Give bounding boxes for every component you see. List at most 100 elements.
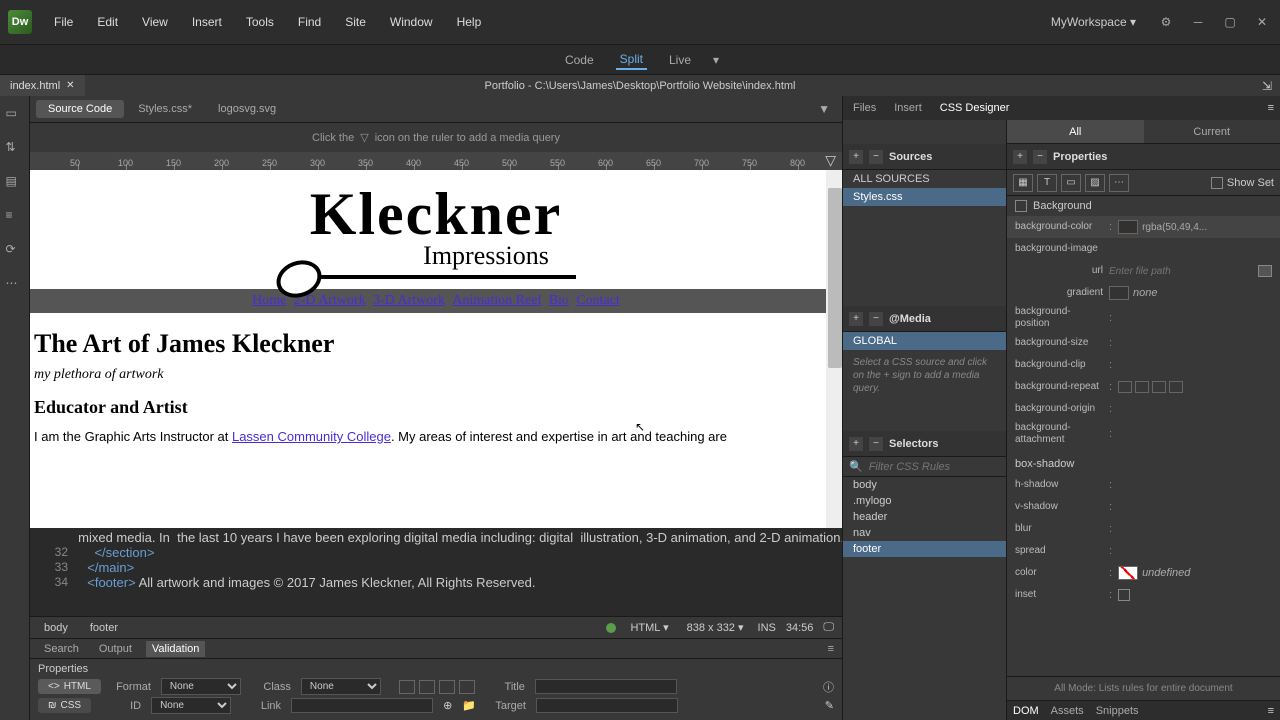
add-source-button[interactable]: + [849,150,863,164]
view-options-dropdown[interactable]: ▾ [713,53,719,67]
menu-tools[interactable]: Tools [236,11,284,33]
inset-checkbox[interactable] [1118,589,1130,601]
link-target-icon[interactable]: ⊕ [443,699,452,712]
view-live[interactable]: Live [665,51,695,69]
shadow-color-swatch[interactable] [1118,566,1138,580]
menu-file[interactable]: File [44,11,83,33]
format-select[interactable]: None [161,678,241,695]
remove-source-button[interactable]: − [869,150,883,164]
remove-media-button[interactable]: − [869,312,883,326]
maximize-button[interactable]: ▢ [1220,12,1240,32]
bold-icon[interactable] [399,680,415,694]
show-set-checkbox[interactable] [1211,177,1223,189]
menu-site[interactable]: Site [335,11,376,33]
close-button[interactable]: ✕ [1252,12,1272,32]
bg-image-url-input[interactable] [1109,266,1254,277]
selector-header[interactable]: header [843,509,1006,525]
mode-all[interactable]: All [1007,120,1144,143]
refresh-icon[interactable]: ⟳ [6,242,24,260]
props-html-btn[interactable]: <> HTML [38,679,101,694]
live-preview[interactable]: Kleckner Impressions Home 2-D Artwork 3-… [30,170,842,528]
bg-group-checkbox[interactable] [1015,200,1027,212]
border-category-icon[interactable]: ▭ [1061,174,1081,192]
output-output[interactable]: Output [93,641,138,657]
dimensions-select[interactable]: 838 x 332 ▾ [683,620,748,635]
document-options-icon[interactable]: ⇲ [1262,79,1280,93]
language-select[interactable]: HTML ▾ [626,620,672,635]
preview-browser-icon[interactable]: 🖵 [823,621,834,634]
preview-link[interactable]: Lassen Community College [232,429,391,444]
id-select[interactable]: None [151,697,231,714]
right-panel-menu-icon[interactable]: ≡ [1268,102,1274,114]
tab-snippets[interactable]: Snippets [1096,705,1139,717]
menu-insert[interactable]: Insert [182,11,232,33]
italic-icon[interactable] [419,680,435,694]
ul-icon[interactable] [439,680,455,694]
mode-current[interactable]: Current [1144,120,1280,143]
menu-find[interactable]: Find [288,11,331,33]
menu-window[interactable]: Window [380,11,443,33]
gradient-swatch[interactable] [1109,286,1129,300]
tab-insert[interactable]: Insert [890,100,926,116]
tab-css-designer[interactable]: CSS Designer [936,100,1014,116]
bg-color-swatch[interactable] [1118,220,1138,234]
nav-3d[interactable]: 3-D Artwork [373,293,445,308]
background-category-icon[interactable]: ▨ [1085,174,1105,192]
props-help-icon[interactable]: ⓘ [823,679,834,695]
add-media-button[interactable]: + [849,312,863,326]
menu-edit[interactable]: Edit [87,11,128,33]
minimize-button[interactable]: ─ [1188,12,1208,32]
remove-selector-button[interactable]: − [869,437,883,451]
props-css-btn[interactable]: ₪ CSS [38,698,91,713]
output-validation[interactable]: Validation [146,641,206,657]
tab-files[interactable]: Files [849,100,880,116]
document-tab[interactable]: index.html ✕ [0,75,85,96]
selector-body[interactable]: body [843,477,1006,493]
bg-color-value[interactable]: rgba(50,49,4... [1142,222,1207,233]
nav-home[interactable]: Home [252,293,286,308]
dom-icon[interactable]: ⇅ [6,140,24,158]
more-category-icon[interactable]: ⋯ [1109,174,1129,192]
workspace-selector[interactable]: MyWorkspace ▾ [1043,11,1144,33]
remove-property-button[interactable]: − [1033,150,1047,164]
code-editor[interactable]: mixed media. In the last 10 years I have… [30,528,842,616]
menu-help[interactable]: Help [447,11,492,33]
browse-icon[interactable] [1258,265,1272,277]
add-property-button[interactable]: + [1013,150,1027,164]
layout-category-icon[interactable]: ▦ [1013,174,1033,192]
ruler[interactable]: ▽ 50100150200250300350400450500550600650… [30,152,842,170]
bottom-tabs-menu-icon[interactable]: ≡ [1268,705,1274,717]
nav-contact[interactable]: Contact [576,293,620,308]
nav-bio[interactable]: Bio [549,293,569,308]
repeat-y-icon[interactable] [1152,381,1166,393]
text-category-icon[interactable]: T [1037,174,1057,192]
selector-mylogo[interactable]: .mylogo [843,493,1006,509]
sync-settings-icon[interactable]: ⚙ [1156,12,1176,32]
output-menu-icon[interactable]: ≡ [828,643,834,655]
link-browse-icon[interactable]: 📁 [462,699,476,712]
filter-icon[interactable]: ▼ [818,102,836,116]
preview-scrollbar[interactable] [826,170,842,528]
selector-filter-input[interactable] [869,461,1012,473]
ol-icon[interactable] [459,680,475,694]
file-manager-icon[interactable]: ▭ [6,106,24,124]
more-tools-icon[interactable]: ⋯ [6,276,24,294]
close-tab-icon[interactable]: ✕ [66,80,74,91]
repeat-both-icon[interactable] [1118,381,1132,393]
nav-animation[interactable]: Animation Reel [452,293,541,308]
repeat-x-icon[interactable] [1135,381,1149,393]
related-logo[interactable]: logosvg.svg [206,100,288,118]
class-select[interactable]: None [301,678,381,695]
snippets-icon[interactable]: ≡ [6,208,24,226]
all-sources[interactable]: ALL SOURCES [843,170,1006,188]
tab-dom[interactable]: DOM [1013,705,1039,717]
media-global[interactable]: GLOBAL [843,332,1006,350]
title-input[interactable] [535,679,677,694]
tag-crumb-footer[interactable]: footer [84,621,124,635]
add-selector-button[interactable]: + [849,437,863,451]
related-styles[interactable]: Styles.css* [126,100,204,118]
tag-crumb-body[interactable]: body [38,621,74,635]
output-search[interactable]: Search [38,641,85,657]
no-repeat-icon[interactable] [1169,381,1183,393]
source-styles[interactable]: Styles.css [843,188,1006,206]
